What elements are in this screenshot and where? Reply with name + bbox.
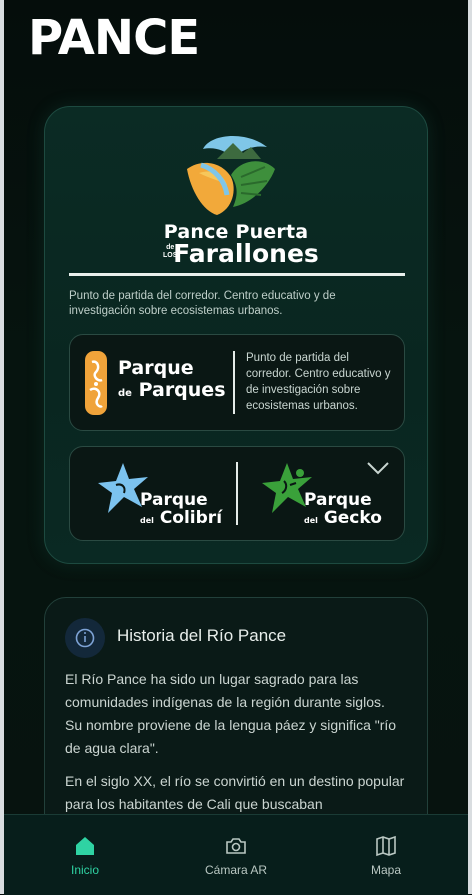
nav-camara-label: Cámara AR: [204, 863, 268, 877]
camera-icon: [226, 838, 246, 854]
farallones-emblem-icon: [187, 135, 275, 215]
parques-colibri-gecko-card[interactable]: Parque del Colibrí Parque del Gecko: [69, 446, 405, 541]
nav-inicio[interactable]: Inicio: [8, 815, 162, 895]
historia-paragraph-1: El Río Pance ha sido un lugar sagrado pa…: [65, 671, 397, 756]
parque-de-parques-card[interactable]: Parque de Parques Punto de partida del c…: [69, 334, 405, 431]
nav-camara-ar[interactable]: Cámara AR: [159, 815, 313, 895]
parque-gecko-title[interactable]: Parque del Gecko: [304, 491, 382, 530]
parques-divider: [236, 462, 238, 525]
app-logo: PANCE: [28, 10, 200, 66]
historia-paragraph-2: En el siglo XX, el río se convirtió en u…: [65, 773, 405, 812]
historia-title: Historia del Río Pance: [117, 626, 287, 645]
window-edge-right: [468, 0, 472, 894]
nav-mapa[interactable]: Mapa: [309, 815, 463, 895]
hero-divider: [69, 273, 405, 276]
home-icon: [76, 837, 94, 855]
nav-mapa-label: Mapa: [370, 863, 402, 877]
parque-divider: [233, 351, 235, 414]
info-icon: [65, 618, 105, 658]
nav-inicio-label: Inicio: [70, 863, 99, 877]
parque-de-parques-description: Punto de partida del corredor. Centro ed…: [246, 352, 391, 412]
hero-title-line2: Farallones: [173, 239, 319, 268]
farallones-card[interactable]: Pance Puerta de LOS Farallones Punto de p…: [44, 106, 428, 564]
parque-de-parques-icon: [85, 351, 107, 415]
window-edge-left: [0, 0, 4, 894]
parque-de-parques-title: Parque de Parques: [118, 357, 226, 401]
map-icon: [376, 835, 396, 857]
hero-description: Punto de partida del corredor. Centro ed…: [69, 290, 336, 317]
parque-colibri-title[interactable]: Parque del Colibrí: [140, 491, 222, 530]
bottom-navigation: Inicio Cámara AR Mapa: [4, 814, 468, 895]
chevron-down-icon[interactable]: [366, 461, 390, 475]
